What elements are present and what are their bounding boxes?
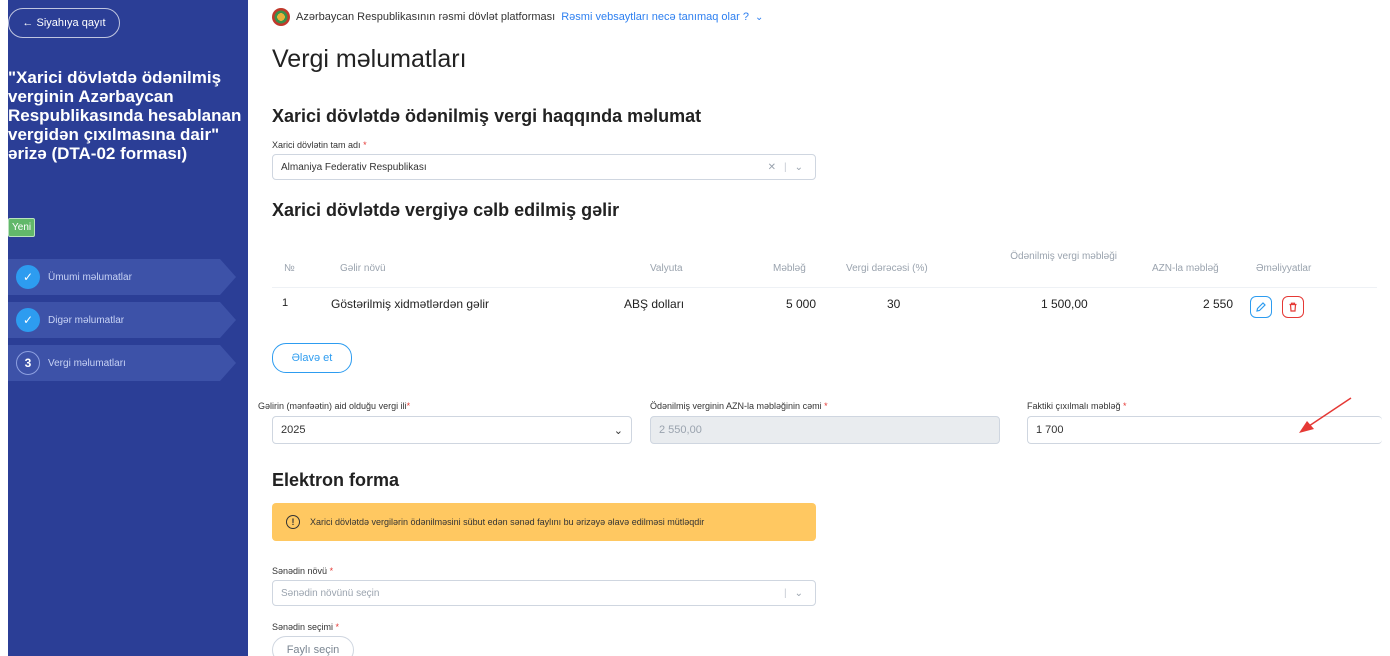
separator: | [784, 587, 787, 599]
cell-azn-amount: 2 550 [1203, 297, 1234, 311]
doc-select-label: Sənədin seçimi * [272, 622, 340, 632]
cell-paid-tax: 1 500,00 [1041, 297, 1088, 311]
step-label: Vergi məlumatları [48, 357, 126, 369]
cell-amount: 5 000 [786, 297, 817, 311]
annotation-arrow-icon [1299, 397, 1352, 433]
official-platform-banner: Azərbaycan Respublikasının rəsmi dövlət … [272, 8, 763, 26]
chevron-down-icon[interactable]: ⌄ [795, 162, 803, 173]
cell-tax-rate: 30 [887, 297, 901, 311]
actual-amount-value: 1 700 [1036, 424, 1064, 436]
paid-sum-value: 2 550,00 [659, 424, 702, 436]
chevron-down-icon[interactable]: ⌄ [795, 588, 803, 599]
separator: | [784, 161, 787, 173]
warning-alert: ! Xarici dövlətdə vergilərin ödənilməsin… [272, 503, 816, 541]
application-title: "Xarici dövlətdə ödənilmiş verginin Azər… [8, 68, 242, 163]
banner-text: Azərbaycan Respublikasının rəsmi dövlət … [296, 11, 556, 23]
col-paid-tax: Ödənilmiş vergi məbləği [1010, 251, 1117, 262]
country-value: Almaniya Federativ Respublikası [281, 161, 427, 173]
back-to-list-button[interactable]: ← Siyahıya qayıt [8, 8, 120, 38]
chevron-down-icon[interactable]: ⌄ [755, 12, 763, 23]
clear-icon[interactable]: ✕ [768, 162, 776, 173]
state-emblem-icon [272, 8, 290, 26]
step-other-info[interactable]: ✓ Digər məlumatlar [8, 302, 236, 338]
cell-number: 1 [282, 297, 289, 309]
col-number: № [284, 263, 295, 274]
country-select[interactable]: Almaniya Federativ Respublikası ✕ | ⌄ [272, 154, 816, 180]
paid-sum-field: 2 550,00 [650, 416, 1000, 444]
doc-type-select[interactable]: Sənədin növünü seçin | ⌄ [272, 580, 816, 606]
chevron-down-icon: ⌄ [613, 424, 623, 437]
delete-button[interactable] [1282, 296, 1304, 318]
section-income-title: Xarici dövlətdə vergiyə cəlb edilmiş gəl… [272, 200, 620, 220]
table-divider [272, 287, 1377, 288]
trash-icon [1289, 302, 1297, 312]
recognize-websites-link[interactable]: Rəsmi vebsaytları necə tanımaq olar ? [561, 11, 749, 23]
sidebar: ← Siyahıya qayıt "Xarici dövlətdə ödənil… [8, 0, 248, 656]
cell-income-type: Göstərilmiş xidmətlərdən gəlir [331, 297, 490, 311]
doc-type-placeholder: Sənədin növünü seçin [281, 587, 380, 599]
page-title: Vergi məlumatları [272, 45, 467, 73]
alert-text: Xarici dövlətdə vergilərin ödənilməsini … [310, 517, 705, 527]
step-tax-info[interactable]: 3 Vergi məlumatları [8, 345, 236, 381]
col-actions: Əməliyyatlar [1256, 263, 1312, 274]
doc-type-label: Sənədin növü * [272, 566, 334, 576]
status-badge: Yeni [8, 218, 36, 237]
tax-year-select[interactable]: 2025 ⌄ [272, 416, 632, 444]
step-general-info[interactable]: ✓ Ümumi məlumatlar [8, 259, 236, 295]
col-currency: Valyuta [650, 263, 683, 274]
cell-currency: ABŞ dolları [624, 297, 685, 311]
edit-button[interactable] [1250, 296, 1272, 318]
step-label: Ümumi məlumatlar [48, 271, 132, 283]
pencil-icon [1256, 302, 1266, 312]
col-azn-amount: AZN-la məbləğ [1152, 263, 1219, 274]
step-number: 3 [16, 351, 40, 375]
tax-year-label: Gəlirin (mənfəətin) aid olduğu vergi ili… [258, 401, 411, 411]
choose-file-button[interactable]: Faylı seçin [272, 636, 354, 656]
section-foreign-tax-title: Xarici dövlətdə ödənilmiş vergi haqqında… [272, 106, 702, 126]
col-income-type: Gəlir növü [340, 263, 386, 274]
col-amount: Məbləğ [773, 263, 806, 274]
check-icon: ✓ [16, 308, 40, 332]
tax-year-value: 2025 [281, 424, 306, 436]
col-tax-rate: Vergi dərəcəsi (%) [846, 263, 928, 274]
info-icon: ! [286, 515, 300, 529]
country-label: Xarici dövlətin tam adı * [272, 140, 367, 150]
section-eform-title: Elektron forma [272, 470, 400, 490]
check-icon: ✓ [16, 265, 40, 289]
actual-amount-label: Faktiki çıxılmalı məbləğ * [1027, 401, 1127, 411]
step-label: Digər məlumatlar [48, 314, 125, 326]
paid-sum-label: Ödənilmiş verginin AZN-la məbləğinin cəm… [650, 401, 828, 411]
add-row-button[interactable]: Əlavə et [272, 343, 352, 373]
